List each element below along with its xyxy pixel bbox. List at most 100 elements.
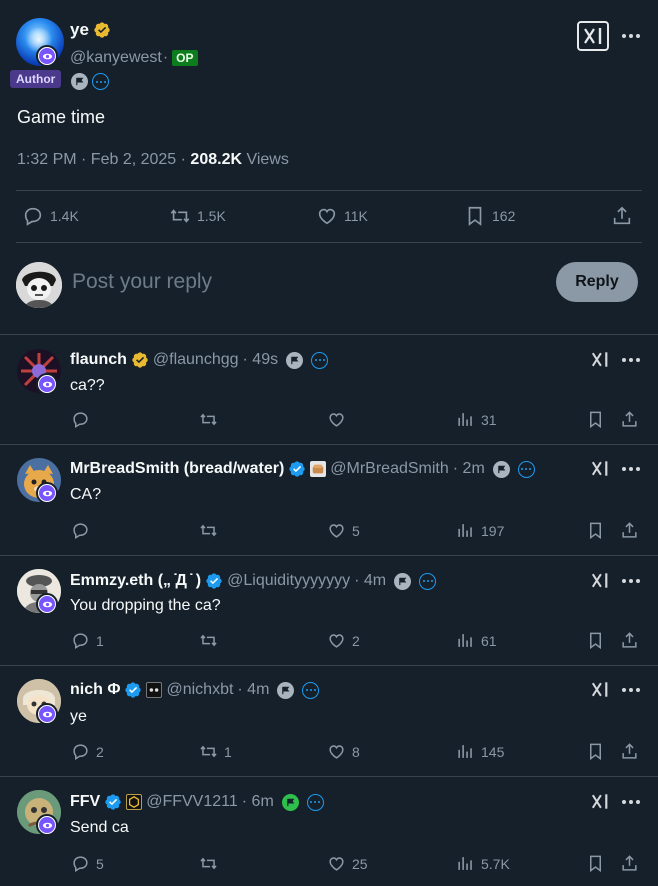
share-action[interactable] xyxy=(620,631,639,650)
bookmark-action[interactable] xyxy=(586,742,605,761)
repost-icon xyxy=(170,209,190,223)
like-action[interactable]: 5 xyxy=(327,521,360,540)
bookmark-action[interactable]: 162 xyxy=(464,205,515,227)
more-circle-icon[interactable] xyxy=(419,572,437,590)
like-action[interactable]: 11K xyxy=(316,205,368,227)
flag-icon[interactable] xyxy=(71,73,88,90)
comment-time[interactable]: · 6m xyxy=(242,793,274,811)
heart-icon xyxy=(329,745,344,759)
reply-icon xyxy=(24,207,42,226)
affiliate-badge-icon[interactable] xyxy=(126,794,143,810)
comment-text: ca?? xyxy=(70,377,105,394)
more-icon[interactable] xyxy=(622,579,640,583)
more-icon[interactable] xyxy=(622,800,640,804)
repost-action[interactable]: 1 xyxy=(199,742,232,761)
share-action[interactable] xyxy=(611,205,633,227)
flag-icon[interactable] xyxy=(394,572,412,590)
comment-time[interactable]: · 49s xyxy=(243,351,279,369)
reply-action[interactable]: 1.4K xyxy=(22,205,79,227)
more-icon[interactable] xyxy=(622,467,640,471)
more-circle-icon[interactable] xyxy=(302,681,320,699)
comment-author-name[interactable]: Emmzy.eth („ ̇Д ̇ ) xyxy=(70,572,201,590)
post-time[interactable]: 1:32 PM · Feb 2, 2025 · xyxy=(17,151,190,168)
reply-button[interactable]: Reply xyxy=(556,262,638,302)
comment-header: FFV @FFVV1211 · 6m xyxy=(70,793,324,811)
author-name[interactable]: ye xyxy=(70,20,89,40)
bookmark-action[interactable] xyxy=(586,854,605,873)
share-action[interactable] xyxy=(620,410,639,429)
more-icon[interactable] xyxy=(622,688,640,692)
bookmark-action[interactable] xyxy=(586,631,605,650)
repost-action[interactable] xyxy=(199,631,224,650)
flag-icon[interactable] xyxy=(492,460,510,478)
more-circle-icon[interactable] xyxy=(306,793,324,811)
affiliate-badge-icon[interactable] xyxy=(146,682,163,698)
comment-handle[interactable]: @flaunchgg xyxy=(153,351,239,369)
user-avatar[interactable] xyxy=(16,262,62,308)
views-action[interactable]: 5.7K xyxy=(456,854,510,873)
grok-icon[interactable] xyxy=(591,572,609,589)
comment-author-name[interactable]: nich Φ xyxy=(70,681,120,699)
like-action[interactable]: 2 xyxy=(327,631,360,650)
comment-time[interactable]: · 4m xyxy=(354,572,386,590)
grok-icon[interactable] xyxy=(591,681,609,698)
more-circle-icon[interactable] xyxy=(92,73,109,90)
flag-icon[interactable] xyxy=(281,793,299,811)
share-action[interactable] xyxy=(620,854,639,873)
reply-count: 1 xyxy=(96,632,104,649)
views-action[interactable]: 61 xyxy=(456,631,497,650)
comment-handle[interactable]: @FFVV1211 xyxy=(146,793,238,811)
repost-count: 1 xyxy=(224,743,232,760)
eye-icon xyxy=(36,45,58,67)
comment-time[interactable]: · 2m xyxy=(453,460,485,478)
more-circle-icon[interactable] xyxy=(311,351,329,369)
flag-icon[interactable] xyxy=(277,681,295,699)
more-icon[interactable] xyxy=(622,358,640,362)
repost-action[interactable] xyxy=(199,854,224,873)
repost-action[interactable]: 1.5K xyxy=(169,205,226,227)
views-action[interactable]: 31 xyxy=(456,410,497,429)
affiliate-badge-icon[interactable] xyxy=(310,461,327,477)
comment-handle[interactable]: @Liquidityyyyyyy xyxy=(227,572,350,590)
more-circle-icon[interactable] xyxy=(517,460,535,478)
grok-icon[interactable] xyxy=(591,351,609,368)
views-action[interactable]: 145 xyxy=(456,742,504,761)
repost-action[interactable] xyxy=(199,521,224,540)
more-icon[interactable] xyxy=(622,34,640,38)
repost-action[interactable] xyxy=(199,410,224,429)
reply-input[interactable]: Post your reply xyxy=(72,270,212,294)
comment-time[interactable]: · 4m xyxy=(237,681,269,699)
reply-action[interactable] xyxy=(71,410,96,429)
comment-author-name[interactable]: MrBreadSmith (bread/water) xyxy=(70,460,284,478)
reply-action[interactable]: 5 xyxy=(71,854,104,873)
post-timestamp[interactable]: 1:32 PM · Feb 2, 2025 · 208.2K Views xyxy=(17,151,289,169)
comment-handle[interactable]: @nichxbt xyxy=(166,681,233,699)
reply-action[interactable] xyxy=(71,521,96,540)
bookmark-action[interactable] xyxy=(586,410,605,429)
divider xyxy=(16,242,642,243)
heart-icon xyxy=(318,208,336,225)
reply-action[interactable]: 1 xyxy=(71,631,104,650)
views-action[interactable]: 197 xyxy=(456,521,504,540)
author-name-row[interactable]: ye xyxy=(70,20,111,40)
comment-author-name[interactable]: FFV xyxy=(70,793,100,811)
grok-icon[interactable] xyxy=(577,21,609,51)
comment-author-name[interactable]: flaunch xyxy=(70,351,127,369)
reply-count: 1.4K xyxy=(50,208,79,224)
post-text: Game time xyxy=(17,107,106,127)
comment-text: ye xyxy=(70,708,87,725)
bookmark-action[interactable] xyxy=(586,521,605,540)
author-handle[interactable]: @kanyewest xyxy=(70,49,162,67)
flag-icon[interactable] xyxy=(286,351,304,369)
reply-action[interactable]: 2 xyxy=(71,742,104,761)
like-action[interactable]: 8 xyxy=(327,742,360,761)
author-tag: Author xyxy=(10,70,62,88)
like-action[interactable] xyxy=(327,410,352,429)
like-action[interactable]: 25 xyxy=(327,854,368,873)
share-action[interactable] xyxy=(620,742,639,761)
divider xyxy=(16,190,642,191)
grok-icon[interactable] xyxy=(591,793,609,810)
comment-handle[interactable]: @MrBreadSmith xyxy=(330,460,449,478)
grok-icon[interactable] xyxy=(591,460,609,477)
share-action[interactable] xyxy=(620,521,639,540)
